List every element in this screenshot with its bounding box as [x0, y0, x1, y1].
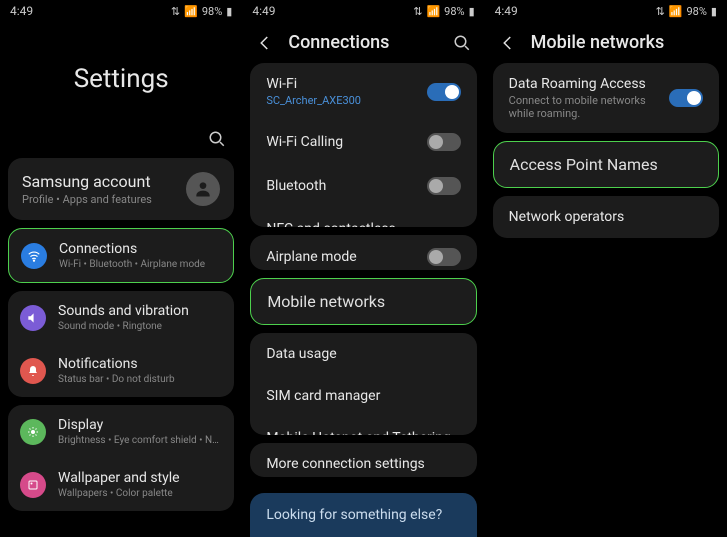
row-label: Mobile Hotspot and Tethering [266, 430, 452, 435]
settings-item-sounds[interactable]: Sounds and vibration Sound mode • Ringto… [8, 291, 234, 344]
toggle-wifi-calling[interactable] [427, 133, 461, 151]
status-right: ⇅📶98%▮ [413, 5, 474, 18]
item-label: Wallpaper and style [58, 470, 222, 486]
status-right: ⇅📶98%▮ [171, 5, 232, 18]
settings-item-wallpaper[interactable]: Wallpaper and style Wallpapers • Color p… [8, 458, 234, 511]
row-label: NFC and contactless payments [266, 221, 418, 227]
footer-search-card[interactable]: Looking for something else? [250, 493, 476, 537]
page-title: Connections [288, 32, 438, 53]
back-icon[interactable] [499, 34, 517, 52]
display-icon [20, 419, 46, 445]
row-airplane[interactable]: Airplane mode [250, 235, 476, 271]
settings-item-connections[interactable]: Connections Wi-Fi • Bluetooth • Airplane… [9, 229, 233, 282]
settings-item-display[interactable]: Display Brightness • Eye comfort shield … [8, 405, 234, 458]
row-more-settings[interactable]: More connection settings [250, 443, 476, 477]
row-nfc[interactable]: NFC and contactless payments [250, 208, 476, 227]
search-icon[interactable] [453, 34, 471, 52]
row-wifi-calling[interactable]: Wi-Fi Calling [250, 120, 476, 164]
row-data-usage[interactable]: Data usage [250, 333, 476, 375]
avatar-icon[interactable] [186, 172, 220, 206]
notification-icon [20, 358, 46, 384]
status-time: 4:49 [252, 4, 275, 18]
sound-icon [20, 305, 46, 331]
row-label: More connection settings [266, 456, 452, 472]
wifi-icon [21, 243, 47, 269]
toggle-airplane[interactable] [427, 248, 461, 266]
row-mobile-networks[interactable]: Mobile networks [250, 278, 476, 325]
status-bar: 4:49 ⇅📶98%▮ [485, 0, 727, 22]
toggle-wifi[interactable] [427, 83, 461, 101]
settings-item-notifications[interactable]: Notifications Status bar • Do not distur… [8, 344, 234, 397]
status-bar: 4:49 ⇅📶98%▮ [242, 0, 484, 22]
row-label: Mobile networks [267, 292, 459, 311]
item-label: Sounds and vibration [58, 303, 222, 319]
status-bar: 4:49 ⇅📶98%▮ [0, 0, 242, 22]
search-icon[interactable] [208, 130, 226, 148]
back-icon[interactable] [256, 34, 274, 52]
item-sub: Status bar • Do not disturb [58, 374, 222, 385]
toggle-roaming[interactable] [669, 89, 703, 107]
account-sub: Profile • Apps and features [22, 193, 186, 206]
row-sub: SC_Archer_AXE300 [266, 94, 418, 107]
row-data-roaming[interactable]: Data Roaming Access Connect to mobile ne… [493, 63, 719, 133]
wallpaper-icon [20, 472, 46, 498]
item-sub: Brightness • Eye comfort shield • Naviga… [58, 435, 222, 446]
row-label: Network operators [509, 209, 695, 225]
account-name: Samsung account [22, 172, 186, 191]
toggle-bluetooth[interactable] [427, 177, 461, 195]
row-label: SIM card manager [266, 388, 452, 404]
item-label: Connections [59, 241, 221, 257]
row-sim[interactable]: SIM card manager [250, 375, 476, 417]
item-label: Display [58, 417, 222, 433]
row-hotspot[interactable]: Mobile Hotspot and Tethering [250, 417, 476, 435]
status-time: 4:49 [10, 4, 33, 18]
row-sub: Connect to mobile networks while roaming… [509, 94, 661, 120]
page-title: Mobile networks [531, 32, 713, 53]
row-network-operators[interactable]: Network operators [493, 196, 719, 238]
item-sub: Sound mode • Ringtone [58, 321, 222, 332]
page-title: Settings [24, 64, 218, 94]
footer-label: Looking for something else? [266, 507, 460, 523]
samsung-account-row[interactable]: Samsung account Profile • Apps and featu… [8, 158, 234, 220]
status-right: ⇅📶98%▮ [656, 5, 717, 18]
row-label: Bluetooth [266, 178, 418, 194]
row-label: Wi-Fi [266, 76, 418, 92]
item-sub: Wi-Fi • Bluetooth • Airplane mode [59, 259, 221, 270]
row-label: Wi-Fi Calling [266, 134, 418, 150]
row-label: Data Roaming Access [509, 76, 661, 92]
row-label: Access Point Names [510, 155, 702, 174]
item-sub: Wallpapers • Color palette [58, 488, 222, 499]
status-time: 4:49 [495, 4, 518, 18]
row-label: Airplane mode [266, 249, 418, 265]
row-label: Data usage [266, 346, 452, 362]
item-label: Notifications [58, 356, 222, 372]
row-wifi[interactable]: Wi-Fi SC_Archer_AXE300 [250, 63, 476, 120]
row-apn[interactable]: Access Point Names [493, 141, 719, 188]
row-bluetooth[interactable]: Bluetooth [250, 164, 476, 208]
